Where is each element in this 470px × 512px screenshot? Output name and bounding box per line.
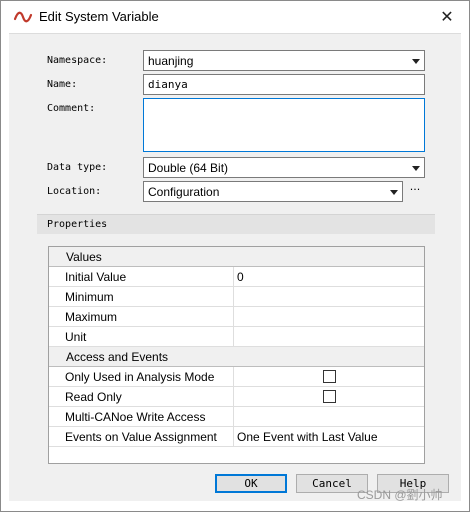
- window-title: Edit System Variable: [39, 9, 159, 24]
- location-label: Location:: [47, 186, 102, 197]
- property-row-only-used-in-analysis-mode[interactable]: Only Used in Analysis Mode: [49, 367, 424, 387]
- namespace-value: huanjing: [148, 54, 194, 68]
- location-browse-button[interactable]: ···: [405, 181, 425, 202]
- location-value: Configuration: [148, 185, 220, 199]
- edit-system-variable-dialog: Edit System Variable ✕ Namespace: huanji…: [0, 0, 470, 512]
- column-divider: [233, 387, 234, 407]
- property-row-minimum[interactable]: Minimum: [49, 287, 424, 307]
- category-label: Access and Events: [66, 350, 169, 364]
- name-value: dianya: [148, 78, 188, 91]
- column-divider: [233, 407, 234, 427]
- column-divider: [233, 287, 234, 307]
- chevron-down-icon: [390, 190, 398, 195]
- dialog-body: Namespace: huanjing Name: dianya Comment…: [9, 33, 461, 501]
- location-combobox[interactable]: Configuration: [143, 181, 403, 202]
- property-name: Only Used in Analysis Mode: [65, 370, 215, 384]
- column-divider: [233, 427, 234, 447]
- property-name: Multi-CANoe Write Access: [65, 410, 206, 424]
- column-divider: [233, 267, 234, 287]
- property-row-initial-value[interactable]: Initial Value 0: [49, 267, 424, 287]
- property-name: Minimum: [65, 290, 114, 304]
- property-name: Initial Value: [65, 270, 127, 284]
- column-divider: [233, 327, 234, 347]
- chevron-down-icon: [412, 59, 420, 64]
- column-divider: [233, 307, 234, 327]
- column-divider: [233, 367, 234, 387]
- namespace-label: Namespace:: [47, 55, 108, 66]
- category-label: Values: [66, 250, 102, 264]
- csdn-watermark: CSDN @劉小帅: [357, 488, 443, 502]
- name-label: Name:: [47, 79, 78, 90]
- title-bar: Edit System Variable ✕: [1, 1, 469, 33]
- chevron-down-icon: [412, 166, 420, 171]
- category-row-values[interactable]: Values: [49, 247, 424, 267]
- property-row-maximum[interactable]: Maximum: [49, 307, 424, 327]
- comment-textarea[interactable]: [143, 98, 425, 152]
- property-row-read-only[interactable]: Read Only: [49, 387, 424, 407]
- namespace-combobox[interactable]: huanjing: [143, 50, 425, 71]
- properties-section-header: Properties: [37, 214, 435, 234]
- property-name: Read Only: [65, 390, 122, 404]
- property-row-events-on-value-assignment[interactable]: Events on Value Assignment One Event wit…: [49, 427, 424, 447]
- close-button[interactable]: ✕: [425, 1, 469, 33]
- property-value[interactable]: 0: [237, 270, 244, 284]
- name-input[interactable]: dianya: [143, 74, 425, 95]
- data-type-label: Data type:: [47, 162, 108, 173]
- property-name: Maximum: [65, 310, 118, 324]
- read-only-checkbox[interactable]: [323, 390, 336, 403]
- property-name: Events on Value Assignment: [65, 430, 217, 444]
- comment-label: Comment:: [47, 103, 96, 114]
- property-grid: Values Initial Value 0 Minimum Maximum U…: [48, 246, 425, 464]
- property-value[interactable]: One Event with Last Value: [237, 430, 378, 444]
- canoe-wave-icon: [13, 11, 33, 23]
- property-row-multi-canoe-write-access[interactable]: Multi-CANoe Write Access: [49, 407, 424, 427]
- property-row-unit[interactable]: Unit: [49, 327, 424, 347]
- category-row-access-and-events[interactable]: Access and Events: [49, 347, 424, 367]
- data-type-value: Double (64 Bit): [148, 161, 229, 175]
- ok-button[interactable]: OK: [215, 474, 287, 493]
- data-type-combobox[interactable]: Double (64 Bit): [143, 157, 425, 178]
- analysis-mode-checkbox[interactable]: [323, 370, 336, 383]
- close-icon: ✕: [440, 7, 454, 26]
- property-name: Unit: [65, 330, 87, 344]
